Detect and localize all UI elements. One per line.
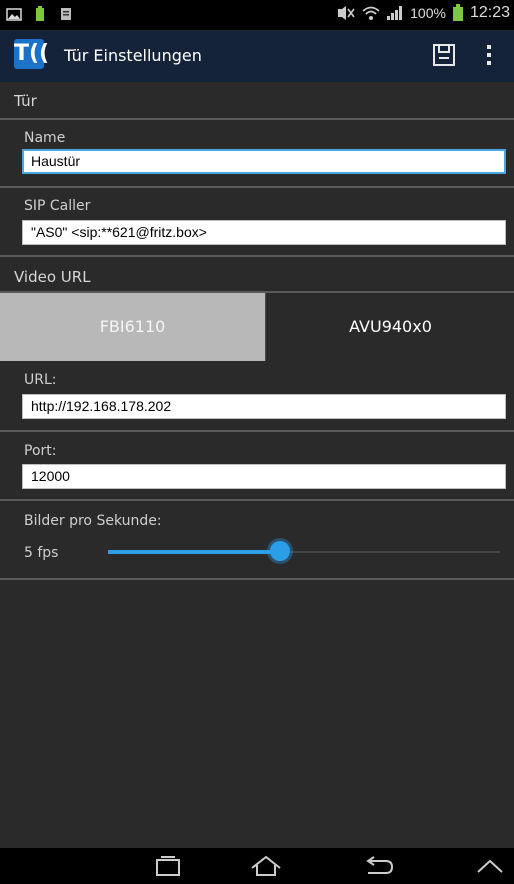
app-logo[interactable]: T(( [14, 39, 49, 69]
segment-fbi6110[interactable]: FBI6110 [0, 293, 265, 361]
wifi-icon [362, 6, 380, 20]
fps-value: 5 fps [24, 545, 59, 561]
fps-slider-fill [108, 550, 281, 554]
overflow-menu-icon[interactable] [485, 42, 493, 68]
signal-icon [387, 6, 403, 20]
image-icon [6, 8, 22, 21]
action-bar: T(( Tür Einstellungen [0, 30, 514, 82]
battery-icon [452, 4, 463, 21]
battery-small-icon [36, 6, 44, 21]
section-title: Tür [14, 92, 37, 110]
name-field[interactable]: Haustür [22, 149, 506, 174]
section-header-door: Tür [0, 82, 514, 120]
doc-icon [61, 8, 71, 20]
home-icon[interactable] [248, 855, 284, 877]
battery-percent: 100% [410, 5, 446, 21]
save-icon[interactable] [431, 42, 457, 68]
fps-label: Bilder pro Sekunde: [24, 513, 162, 529]
port-field[interactable]: 12000 [22, 464, 506, 489]
status-bar: 100% 12:23 [0, 0, 514, 30]
name-label: Name [24, 130, 66, 146]
segment-avu940x0[interactable]: AVU940x0 [265, 293, 514, 361]
divider [0, 499, 514, 501]
section-title: Video URL [14, 268, 91, 286]
back-icon[interactable] [360, 855, 396, 877]
navigation-bar [0, 848, 514, 884]
divider [0, 118, 514, 120]
url-field[interactable]: http://192.168.178.202 [22, 394, 506, 419]
page-title: Tür Einstellungen [64, 46, 202, 65]
clock: 12:23 [469, 4, 510, 21]
sip-caller-field[interactable]: "AS0" <sip:**621@fritz.box> [22, 220, 506, 245]
recent-apps-icon[interactable] [150, 855, 186, 877]
up-icon[interactable] [472, 855, 508, 877]
url-label: URL: [24, 372, 57, 388]
port-label: Port: [24, 443, 57, 459]
mute-icon [338, 6, 355, 20]
divider [0, 578, 514, 580]
fps-slider-thumb[interactable] [270, 541, 291, 561]
section-header-video-url: Video URL [0, 257, 514, 293]
sip-caller-label: SIP Caller [24, 198, 91, 214]
divider [0, 186, 514, 188]
divider [0, 430, 514, 432]
